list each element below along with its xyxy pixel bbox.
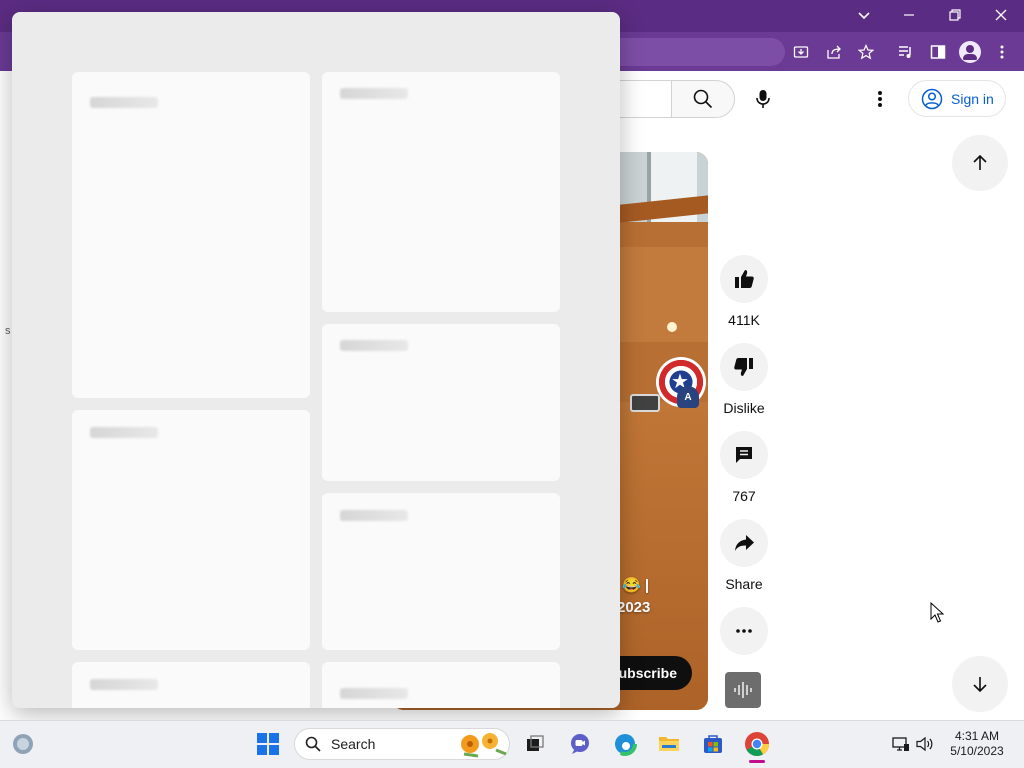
more-action: [720, 607, 768, 655]
active-app-indicator: [749, 760, 765, 763]
restore-button[interactable]: [932, 0, 978, 30]
weather-icon: [13, 734, 33, 754]
clock-date: 5/10/2023: [950, 744, 1004, 758]
media-control-icon: [899, 46, 911, 58]
dislike-label: Dislike: [723, 400, 765, 416]
next-short-button[interactable]: [952, 656, 1008, 712]
profile-icon[interactable]: [959, 41, 981, 63]
thumbs-down-icon: [734, 358, 753, 376]
store-icon: [704, 735, 722, 753]
sign-in-label: Sign in: [951, 90, 994, 107]
chrome-button[interactable]: [741, 728, 773, 760]
feed-card-loading[interactable]: [322, 72, 560, 312]
arrow-up-icon: [973, 154, 987, 170]
more-horizontal-icon: [736, 629, 752, 633]
settings-menu-button[interactable]: [863, 82, 897, 116]
start-button[interactable]: [252, 728, 284, 760]
weather-widget-button[interactable]: [7, 728, 39, 760]
voice-search-button[interactable]: [744, 80, 782, 118]
sign-in-button[interactable]: Sign in: [908, 80, 1006, 117]
edge-button[interactable]: [609, 728, 641, 760]
account-circle-icon: [921, 88, 943, 109]
speaker-icon: [916, 736, 933, 752]
microphone-icon: [756, 90, 770, 108]
close-icon: [995, 9, 1007, 21]
network-tray-button[interactable]: [891, 734, 911, 754]
video-scene: [630, 394, 660, 412]
search-icon: [693, 89, 713, 109]
bookmark-button[interactable]: [855, 41, 877, 63]
helmet-figure: A: [677, 386, 699, 408]
teams-chat-button[interactable]: [564, 728, 596, 760]
install-app-button[interactable]: [790, 41, 812, 63]
share-label: Share: [725, 576, 763, 592]
widgets-panel: [12, 12, 620, 708]
task-view-icon: [527, 735, 544, 751]
previous-short-button[interactable]: [952, 135, 1008, 191]
side-panel-icon: [930, 45, 946, 59]
page-hint-text: s: [5, 325, 11, 337]
audio-wave-icon: [734, 682, 752, 698]
chrome-icon: [745, 732, 769, 757]
share-button[interactable]: [720, 519, 768, 567]
like-action: 411K: [720, 255, 768, 328]
chevron-down-icon: [858, 12, 870, 20]
close-window-button[interactable]: [978, 0, 1024, 30]
task-view-button[interactable]: [519, 728, 551, 760]
search-button[interactable]: [671, 80, 735, 118]
file-explorer-button[interactable]: [653, 728, 685, 760]
comments-button[interactable]: [720, 431, 768, 479]
feed-card-loading[interactable]: [322, 662, 560, 708]
feed-card-loading[interactable]: [322, 493, 560, 650]
chat-icon: [571, 734, 589, 754]
arrow-down-icon: [973, 677, 987, 693]
windows-logo-icon: [257, 733, 279, 755]
minimize-button[interactable]: [886, 0, 932, 30]
comments-action: 767: [720, 431, 768, 504]
feed-card-loading[interactable]: [72, 662, 310, 708]
kebab-menu-icon: [1000, 45, 1004, 59]
taskbar-search-label: Search: [331, 736, 376, 752]
side-panel-button[interactable]: [927, 41, 949, 63]
comment-icon: [736, 447, 752, 463]
volume-tray-button[interactable]: [915, 734, 935, 754]
feed-card-loading[interactable]: [72, 410, 310, 650]
star-icon: [858, 44, 874, 60]
folder-icon: [659, 737, 679, 751]
comment-count: 767: [732, 488, 756, 504]
video-scene: [667, 322, 677, 332]
thumbs-up-icon: [735, 270, 754, 288]
dislike-action: Dislike: [720, 343, 768, 416]
share-icon: [827, 45, 841, 59]
sound-thumbnail[interactable]: [725, 672, 761, 708]
microsoft-store-button[interactable]: [697, 728, 729, 760]
restore-icon: [949, 9, 961, 21]
dislike-button[interactable]: [720, 343, 768, 391]
tab-search-button[interactable]: [851, 2, 877, 28]
edge-browser-icon: [613, 732, 637, 756]
like-button[interactable]: [720, 255, 768, 303]
search-icon: [305, 736, 321, 752]
install-icon: [793, 46, 809, 58]
windows-taskbar: [0, 720, 1024, 768]
browser-menu-button[interactable]: [991, 41, 1013, 63]
like-count: 411K: [728, 312, 760, 328]
feed-card-loading[interactable]: [72, 72, 310, 398]
search-highlight-flowers-icon: [461, 733, 507, 758]
mouse-cursor-icon: [930, 602, 944, 623]
media-control-button[interactable]: [895, 41, 917, 63]
more-options-button[interactable]: [720, 607, 768, 655]
network-icon: [892, 737, 909, 751]
share-page-button[interactable]: [823, 41, 845, 63]
clock-time: 4:31 AM: [954, 729, 1000, 743]
kebab-menu-icon: [878, 91, 882, 107]
share-icon: [735, 535, 754, 551]
share-action: Share: [720, 519, 768, 592]
minimize-icon: [904, 14, 914, 16]
system-clock[interactable]: 4:31 AM 5/10/2023: [944, 729, 1010, 759]
feed-card-loading[interactable]: [322, 324, 560, 481]
